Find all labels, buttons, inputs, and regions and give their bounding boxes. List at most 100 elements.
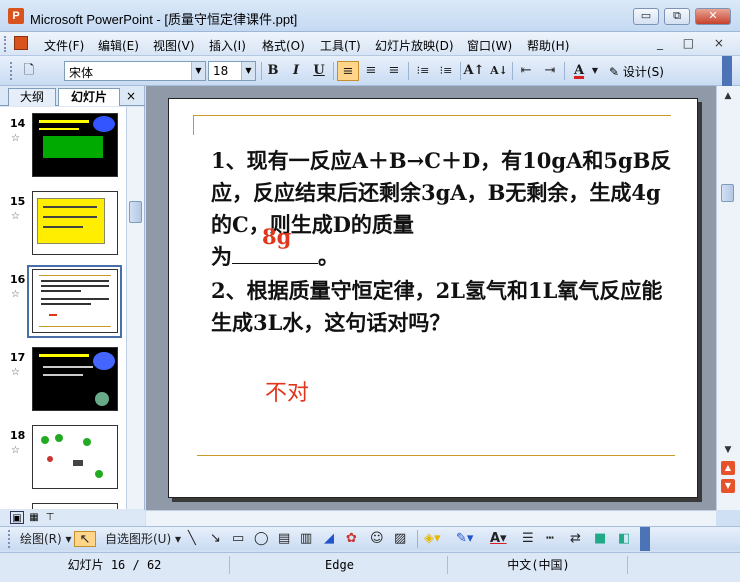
scroll-thumb[interactable] — [721, 184, 734, 202]
line-style-icon[interactable]: ☰ — [522, 531, 534, 547]
slide-thumbnails[interactable]: 14 ☆ 15 ☆ 16 ☆ 17 ☆ 18 ☆ — [0, 107, 126, 509]
underline-button[interactable]: U — [308, 61, 330, 81]
decorative-line — [193, 115, 671, 116]
language-status: 中文(中国) — [450, 556, 628, 574]
slide-number: 17 — [10, 351, 26, 364]
font-color-icon[interactable]: A▾ — [490, 531, 507, 547]
toolbar-grip[interactable] — [8, 530, 11, 548]
menu-insert[interactable]: 插入(I) — [209, 37, 246, 54]
powerpoint-app-icon[interactable]: P — [8, 8, 24, 24]
document-icon[interactable] — [14, 36, 28, 50]
slide-scrollbar[interactable]: ▲ ▼ ▲ ▼ — [716, 86, 740, 510]
previous-slide-icon[interactable]: ▲ — [721, 461, 735, 475]
diagram-icon[interactable]: ✿ — [346, 531, 357, 547]
oval-icon[interactable]: ◯ — [254, 531, 269, 547]
line-color-icon[interactable]: ✎▾ — [456, 531, 473, 547]
clip-art-icon[interactable]: ☺ — [370, 531, 384, 547]
tab-outline[interactable]: 大纲 — [8, 88, 56, 106]
rectangle-icon[interactable]: ▭ — [232, 531, 244, 547]
autoshapes-menu-button[interactable]: 自选图形(U) ▾ — [105, 531, 181, 547]
decorative-line — [193, 115, 194, 135]
slide-thumbnail-18[interactable] — [32, 425, 118, 489]
decrease-indent-button[interactable]: ⇤ — [515, 61, 537, 81]
document-window-controls[interactable]: _ □ × — [657, 36, 732, 50]
draw-menu-button[interactable]: 绘图(R) ▾ — [20, 531, 72, 547]
question-1-text[interactable]: 1、现有一反应A＋B→C＋D，有10gA和5gB反应，反应结束后还剩余3gA，B… — [211, 145, 681, 273]
slide-thumbnail-15[interactable] — [32, 191, 118, 255]
menu-slideshow[interactable]: 幻灯片放映(D) — [375, 37, 454, 54]
menu-format[interactable]: 格式(O) — [262, 37, 305, 54]
arrow-style-icon[interactable]: ⇄ — [570, 531, 581, 547]
menu-file[interactable]: 文件(F) — [44, 37, 84, 54]
slide-thumbnail-14[interactable] — [32, 113, 118, 177]
design-label: 设计(S) — [622, 65, 664, 79]
slideshow-view-icon[interactable]: ⊤ — [43, 511, 57, 524]
arrow-icon[interactable]: ↘ — [210, 531, 221, 547]
picture-icon[interactable]: ▨ — [394, 531, 406, 547]
bold-button[interactable]: B — [262, 61, 284, 81]
separator — [564, 62, 565, 80]
italic-button[interactable]: I — [285, 61, 307, 81]
thumbnails-scrollbar[interactable] — [126, 107, 144, 509]
slide-thumbnail-19[interactable] — [32, 503, 118, 509]
toolbar-options-button[interactable] — [722, 56, 732, 86]
menu-grip[interactable] — [4, 36, 7, 52]
chevron-down-icon[interactable]: ▼ — [241, 62, 255, 80]
current-slide[interactable]: 1、现有一反应A＋B→C＋D，有10gA和5gB反应，反应结束后还剩余3gA，B… — [168, 98, 698, 498]
font-color-button[interactable]: A — [568, 61, 590, 81]
slide-sorter-view-icon[interactable]: ▦ — [27, 511, 41, 524]
scroll-down-icon[interactable]: ▼ — [719, 442, 737, 458]
toolbar-options-button[interactable] — [640, 527, 650, 551]
align-right-button[interactable]: ≡ — [383, 61, 405, 81]
slide-number: 16 — [10, 273, 26, 286]
slide-thumbnail-16[interactable] — [32, 269, 118, 333]
align-center-button[interactable]: ≡ — [360, 61, 382, 81]
line-icon[interactable]: ╲ — [188, 531, 196, 547]
answer-2-text[interactable]: 不对 — [265, 375, 309, 407]
scroll-up-icon[interactable]: ▲ — [719, 88, 737, 104]
grow-font-button[interactable]: A↑ — [463, 61, 485, 81]
star-icon: ☆ — [11, 211, 20, 222]
wordart-icon[interactable]: ◢ — [324, 531, 334, 547]
font-size-combo[interactable]: 18 ▼ — [208, 61, 256, 81]
horizontal-scrollbar[interactable] — [146, 510, 716, 526]
answer-1-text[interactable]: 8g — [262, 224, 291, 249]
normal-view-icon[interactable]: ▣ — [10, 511, 24, 524]
menu-edit[interactable]: 编辑(E) — [98, 37, 139, 54]
close-button[interactable]: ✕ — [695, 8, 731, 25]
new-document-icon[interactable]: 🗋 — [18, 61, 40, 81]
menu-window[interactable]: 窗口(W) — [467, 37, 512, 54]
dash-style-icon[interactable]: ┅ — [546, 531, 554, 547]
menu-tools[interactable]: 工具(T) — [320, 37, 361, 54]
shrink-font-button[interactable]: A↓ — [488, 61, 510, 81]
font-name-combo[interactable]: 宋体 ▼ — [64, 61, 206, 81]
3d-style-icon[interactable]: ◧ — [618, 531, 630, 547]
vertical-text-box-icon[interactable]: ▥ — [300, 531, 312, 547]
align-left-button[interactable]: ≡ — [337, 61, 359, 81]
design-button[interactable]: ✎ 设计(S) — [609, 63, 664, 80]
numbered-list-button[interactable]: ⁝≡ — [412, 61, 434, 81]
toolbar-grip[interactable] — [10, 62, 13, 80]
menu-view[interactable]: 视图(V) — [153, 37, 195, 54]
restore-button[interactable]: ⧉ — [664, 8, 690, 25]
question-2-text[interactable]: 2、根据质量守恒定律，2L氢气和1L氧气反应能生成3L水，这句话对吗？ — [211, 275, 681, 339]
font-size-value: 18 — [213, 64, 229, 78]
minimize-button[interactable]: ▭ — [633, 8, 659, 25]
next-slide-icon[interactable]: ▼ — [721, 479, 735, 493]
select-objects-icon[interactable]: ↖ — [74, 531, 96, 547]
bullet-list-button[interactable]: ⁝≡ — [435, 61, 457, 81]
format-toolbar: 🗋 宋体 ▼ 18 ▼ B I U ≡ ≡ ≡ ⁝≡ ⁝≡ A↑ A↓ ⇤ ⇥ … — [0, 56, 740, 86]
chevron-down-icon[interactable]: ▼ — [191, 62, 205, 80]
tab-slides[interactable]: 幻灯片 — [58, 88, 120, 106]
scroll-thumb[interactable] — [129, 201, 142, 223]
fill-color-icon[interactable]: ◈▾ — [424, 531, 441, 547]
drawing-toolbar: 绘图(R) ▾ ↖ 自选图形(U) ▾ ╲ ↘ ▭ ◯ ▤ ▥ ◢ ✿ ☺ ▨ … — [0, 526, 740, 551]
shadow-style-icon[interactable]: ■ — [594, 531, 606, 547]
slide-thumbnail-17[interactable] — [32, 347, 118, 411]
star-icon: ☆ — [11, 367, 20, 378]
chevron-down-icon[interactable]: ▼ — [590, 61, 600, 81]
text-box-icon[interactable]: ▤ — [278, 531, 290, 547]
close-icon[interactable]: × — [126, 89, 136, 103]
increase-indent-button[interactable]: ⇥ — [539, 61, 561, 81]
menu-help[interactable]: 帮助(H) — [527, 37, 569, 54]
